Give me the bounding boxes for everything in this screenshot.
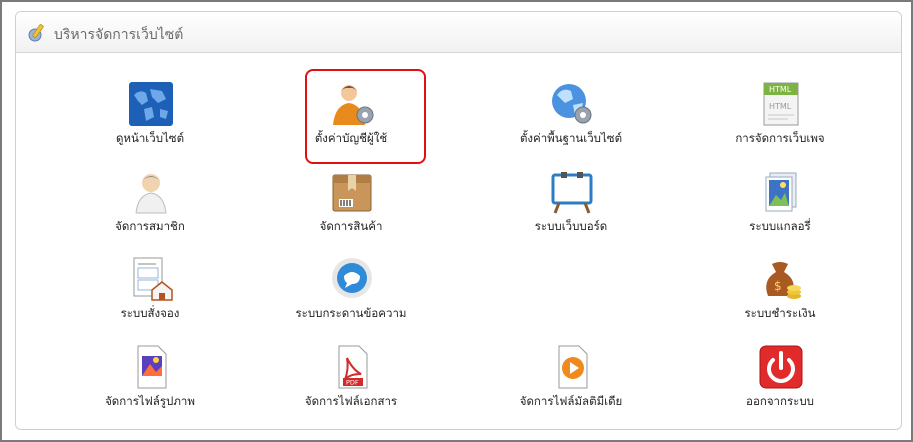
menu-item-image-files[interactable]: จัดการไฟล์รูปภาพ <box>60 340 240 420</box>
menu-item-booking[interactable]: ระบบสั่งจอง <box>60 252 240 332</box>
menu-item-multimedia-files[interactable]: จัดการไฟล์มัลติมีเดีย <box>481 340 661 420</box>
user-settings-icon <box>333 85 374 125</box>
menu-item-label: ออกจากระบบ <box>746 394 814 408</box>
menu-item-label: ระบบสั่งจอง <box>120 306 180 320</box>
menu-item-label: ระบบชำระเงิน <box>744 306 816 320</box>
gallery-icon <box>765 172 797 212</box>
menu-item-label: จัดการสมาชิก <box>115 219 185 233</box>
menu-item-products[interactable]: จัดการสินค้า <box>261 165 441 245</box>
menu-item-label: จัดการไฟล์มัลติมีเดีย <box>519 394 623 408</box>
admin-panel: บริหารจัดการเว็บไซต์ ดูหน้าเว็บไซต์ ตั้ง… <box>15 11 902 430</box>
menu-item-label: จัดการสินค้า <box>319 219 383 233</box>
product-box-icon <box>332 174 372 212</box>
message-bubble-icon <box>332 258 372 298</box>
menu-item-label: จัดการไฟล์เอกสาร <box>304 394 398 408</box>
menu-item-logout[interactable]: ออกจากระบบ <box>690 340 870 420</box>
pdf-file-icon: PDF <box>338 345 368 389</box>
globe-settings-icon <box>552 84 592 124</box>
menu-item-gallery[interactable]: ระบบแกลอรี่ <box>690 165 870 245</box>
media-file-icon <box>558 345 588 389</box>
window-frame: บริหารจัดการเว็บไซต์ ดูหน้าเว็บไซต์ ตั้ง… <box>0 0 913 442</box>
image-file-icon <box>137 345 167 389</box>
svg-text:$: $ <box>774 279 782 293</box>
menu-item-payment[interactable]: $ ระบบชำระเงิน <box>690 252 870 332</box>
menu-item-label: ระบบเว็บบอร์ด <box>534 219 608 233</box>
menu-item-members[interactable]: จัดการสมาชิก <box>60 165 240 245</box>
panel-title: บริหารจัดการเว็บไซต์ <box>54 27 184 43</box>
menu-item-account-settings[interactable]: ตั้งค่าบัญชีผู้ใช้ <box>261 69 441 164</box>
globe-icon <box>129 82 173 126</box>
menu-item-label: ตั้งค่าบัญชีผู้ใช้ <box>314 131 388 145</box>
menu-item-document-files[interactable]: PDF จัดการไฟล์เอกสาร <box>261 340 441 420</box>
money-bag-icon: $ <box>766 262 801 299</box>
pencil-settings-icon <box>28 24 44 42</box>
menu-item-label: ระบบแกลอรี่ <box>749 219 811 233</box>
menu-item-label: ระบบกระดานข้อความ <box>295 306 407 320</box>
svg-text:HTML: HTML <box>769 85 792 94</box>
svg-text:PDF: PDF <box>346 379 359 387</box>
menu-item-message-board[interactable]: ระบบกระดานข้อความ <box>261 252 441 332</box>
menu-item-label: จัดการไฟล์รูปภาพ <box>105 394 195 408</box>
menu-item-webboard[interactable]: ระบบเว็บบอร์ด <box>481 165 661 245</box>
menu-item-site-settings[interactable]: ตั้งค่าพื้นฐานเว็บไซต์ <box>481 77 661 157</box>
menu-item-label: การจัดการเว็บเพจ <box>735 131 825 145</box>
webboard-icon <box>551 172 593 214</box>
booking-form-icon <box>133 257 173 301</box>
menu-item-webpage-management[interactable]: HTML HTML การจัดการเว็บเพจ <box>690 77 870 157</box>
power-icon <box>759 345 803 389</box>
menu-item-view-website[interactable]: ดูหน้าเว็บไซต์ <box>60 77 240 157</box>
menu-item-label: ตั้งค่าพื้นฐานเว็บไซต์ <box>519 131 623 145</box>
member-icon <box>135 174 167 214</box>
panel-header: บริหารจัดการเว็บไซต์ <box>16 12 901 53</box>
html-page-icon: HTML HTML <box>763 82 799 126</box>
menu-item-label: ดูหน้าเว็บไซต์ <box>115 131 185 145</box>
svg-text:HTML: HTML <box>769 102 792 111</box>
